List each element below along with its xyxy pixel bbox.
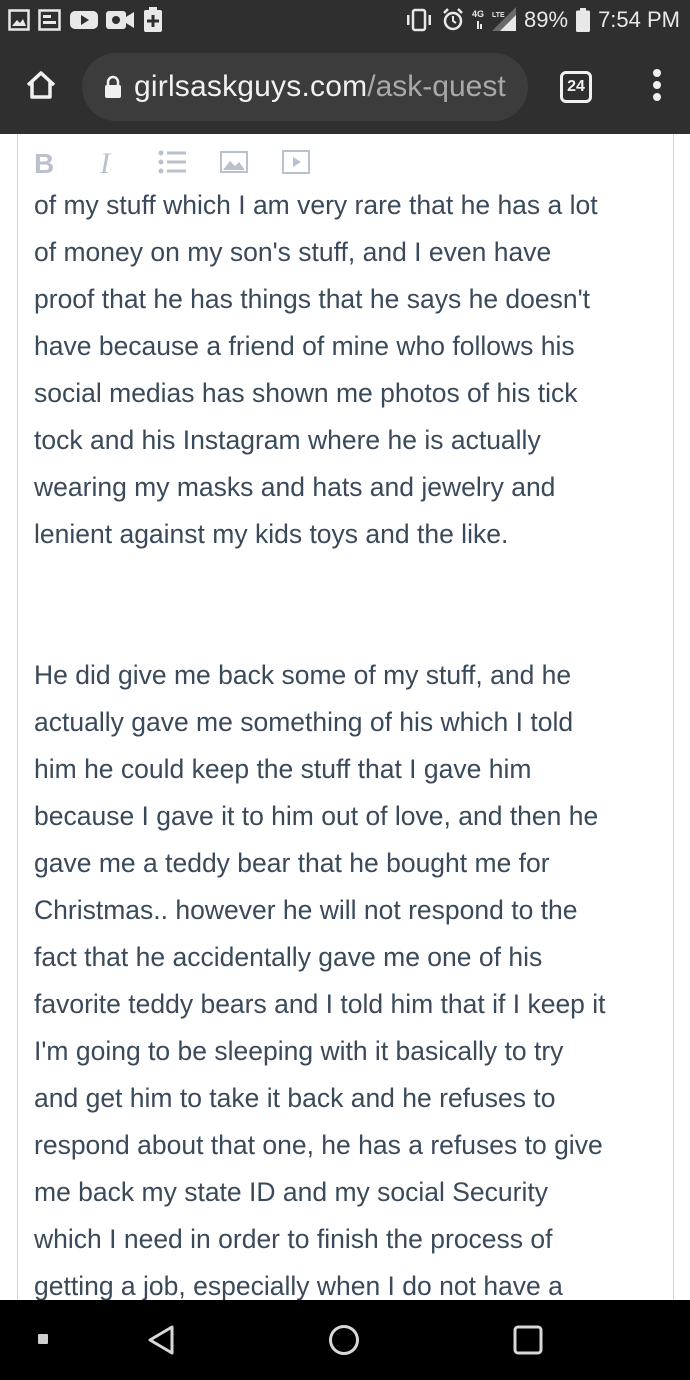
- text-line: He did give me back some of my stuff, an…: [34, 660, 572, 690]
- bold-button[interactable]: B: [34, 148, 96, 180]
- editor-toolbar: B I: [34, 147, 344, 180]
- battery-icon: [576, 8, 591, 32]
- vibrate-icon: [404, 8, 434, 32]
- nav-indicator-dot: [38, 1334, 48, 1344]
- home-button[interactable]: [0, 40, 82, 134]
- text-line: and get him to take it back and he refus…: [34, 1083, 556, 1113]
- alarm-icon: [442, 8, 464, 32]
- editor-body[interactable]: of my stuff which I am very rare that he…: [34, 182, 658, 1300]
- tab-switcher-button[interactable]: 24: [528, 40, 624, 134]
- text-line: favorite teddy bears and I told him that…: [34, 989, 606, 1019]
- text-line: gave me a teddy bear that he bought me f…: [34, 848, 550, 878]
- system-nav-bar: [0, 1300, 690, 1380]
- text-line: which I need in order to finish the proc…: [34, 1224, 553, 1254]
- lte-signal-icon: 4G LTE: [472, 7, 517, 33]
- text-line: getting a job, especially when I do not …: [34, 1271, 563, 1300]
- back-icon[interactable]: [146, 1324, 178, 1361]
- page-content: B I of my stuff which I am very rare tha…: [0, 134, 690, 1300]
- list-button[interactable]: [158, 148, 220, 180]
- overflow-menu-button[interactable]: [624, 40, 690, 134]
- italic-label: I: [100, 147, 110, 180]
- text-line: social medias has shown me photos of his…: [34, 378, 578, 408]
- tab-count: 24: [560, 71, 592, 103]
- text-line: of my stuff which I am very rare that he…: [34, 190, 598, 220]
- home-icon: [24, 70, 58, 105]
- text-line: have because a friend of mine who follow…: [34, 331, 575, 361]
- video-icon: [282, 149, 310, 179]
- paragraph-1: of my stuff which I am very rare that he…: [34, 182, 658, 558]
- address-bar[interactable]: girlsaskguys.com/ask-quest: [82, 53, 528, 121]
- clock: 7:54 PM: [598, 7, 680, 32]
- recents-icon[interactable]: [512, 1324, 544, 1361]
- italic-button[interactable]: I: [96, 147, 158, 180]
- url-path: /ask-quest: [367, 70, 506, 103]
- text-line: because I gave it to him out of love, an…: [34, 801, 599, 831]
- text-line: I'm going to be sleeping with it basical…: [34, 1036, 564, 1066]
- video-call-icon: [106, 9, 136, 31]
- status-left-icons: [8, 7, 162, 33]
- svg-text:LTE: LTE: [492, 12, 505, 19]
- battery-percent: 89%: [524, 7, 569, 32]
- image-icon: [220, 150, 248, 178]
- text-line: me back my state ID and my social Securi…: [34, 1177, 548, 1207]
- more-vert-icon: [652, 68, 662, 107]
- status-bar: 4G LTE 89% 7:54 PM: [0, 0, 690, 40]
- svg-text:4G: 4G: [472, 9, 484, 19]
- gallery-icon: [8, 9, 30, 31]
- app-icon: [38, 9, 62, 31]
- text-line: Christmas.. however he will not respond …: [34, 895, 578, 925]
- video-button[interactable]: [282, 148, 344, 180]
- text-line: lenient against my kids toys and the lik…: [34, 519, 509, 549]
- text-line: respond about that one, he has a refuses…: [34, 1130, 603, 1160]
- text-line: wearing my masks and hats and jewelry an…: [34, 472, 556, 502]
- lock-icon: [104, 75, 122, 99]
- paragraph-2: He did give me back some of my stuff, an…: [34, 652, 658, 1300]
- youtube-icon: [70, 9, 98, 31]
- text-line: of money on my son's stuff, and I even h…: [34, 237, 552, 267]
- list-icon: [158, 150, 186, 179]
- text-line: fact that he accidentally gave me one of…: [34, 942, 543, 972]
- text-line: tock and his Instagram where he is actua…: [34, 425, 541, 455]
- image-button[interactable]: [220, 148, 282, 180]
- text-line: proof that he has things that he says he…: [34, 284, 591, 314]
- bold-label: B: [34, 148, 55, 179]
- text-line: actually gave me something of his which …: [34, 707, 574, 737]
- status-right-icons: 4G LTE 89% 7:54 PM: [404, 7, 680, 33]
- text-line: him he could keep the stuff that I gave …: [34, 754, 532, 784]
- url-domain: girlsaskguys.com: [134, 70, 368, 103]
- browser-toolbar: girlsaskguys.com/ask-quest 24: [0, 40, 690, 134]
- plus-icon: [144, 7, 162, 33]
- home-circle-icon[interactable]: [328, 1324, 360, 1361]
